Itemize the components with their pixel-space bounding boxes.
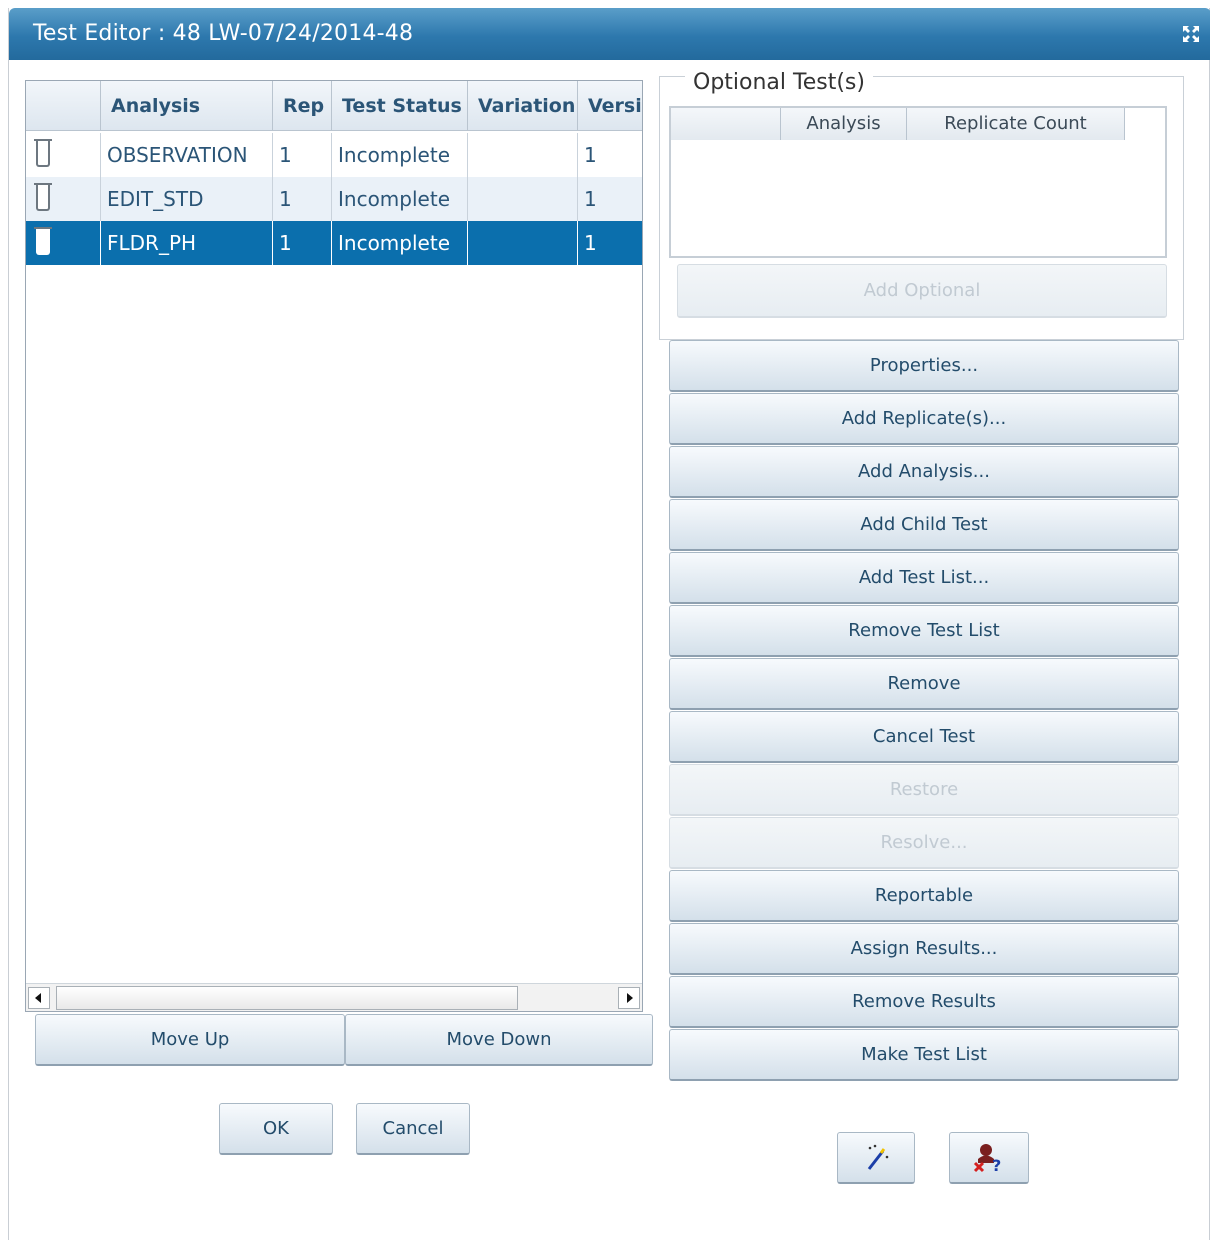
make-test-list-button[interactable]: Make Test List [669, 1029, 1179, 1081]
test-tube-icon [34, 227, 52, 255]
table-row[interactable]: EDIT_STD 1 Incomplete 1 [26, 177, 642, 221]
column-header-rep[interactable]: Rep [273, 81, 332, 131]
row-icon-cell [26, 221, 101, 265]
move-up-button[interactable]: Move Up [35, 1014, 345, 1066]
cell-status: Incomplete [332, 133, 468, 177]
horizontal-scrollbar[interactable] [26, 983, 642, 1011]
context-help-button[interactable]: ? [949, 1132, 1029, 1184]
title-bar[interactable]: Test Editor : 48 LW-07/24/2014-48 [9, 8, 1210, 60]
cell-version: 1 [584, 187, 597, 211]
test-grid[interactable]: Analysis Rep Test Status Variation Versi… [25, 80, 643, 1012]
window-title: Test Editor : 48 LW-07/24/2014-48 [33, 21, 414, 46]
scroll-thumb[interactable] [56, 986, 518, 1010]
column-header-variation[interactable]: Variation [468, 81, 578, 131]
cell-rep: 1 [273, 221, 332, 265]
column-header-test-status[interactable]: Test Status [332, 81, 468, 131]
cancel-button[interactable]: Cancel [356, 1103, 470, 1155]
restore-button[interactable]: Restore [669, 764, 1179, 816]
optional-column-header-analysis[interactable]: Analysis [781, 108, 907, 140]
cell-status: Incomplete [332, 221, 468, 265]
cell-variation [468, 221, 578, 265]
properties-button[interactable]: Properties... [669, 340, 1179, 392]
optional-grid-header: Analysis Replicate Count [671, 108, 1125, 140]
optional-column-header-blank[interactable] [671, 108, 781, 140]
scroll-right-arrow-icon[interactable] [618, 987, 640, 1009]
remove-button[interactable]: Remove [669, 658, 1179, 710]
cell-status: Incomplete [332, 177, 468, 221]
wand-button[interactable] [837, 1132, 915, 1184]
optional-column-header-replicate-count[interactable]: Replicate Count [907, 108, 1125, 140]
assign-results-button[interactable]: Assign Results... [669, 923, 1179, 975]
table-row-selected[interactable]: FLDR_PH 1 Incomplete 1 [26, 221, 642, 265]
add-child-test-button[interactable]: Add Child Test [669, 499, 1179, 551]
test-tube-icon [34, 183, 52, 211]
test-tube-icon [34, 139, 52, 167]
optional-tests-grid[interactable]: Analysis Replicate Count [669, 106, 1167, 258]
context-help-icon: ? [973, 1144, 1001, 1175]
column-header-icon[interactable] [26, 81, 101, 131]
reportable-button[interactable]: Reportable [669, 870, 1179, 922]
cell-analysis: FLDR_PH [101, 221, 273, 265]
scroll-left-arrow-icon[interactable] [28, 987, 50, 1009]
add-analysis-button[interactable]: Add Analysis... [669, 446, 1179, 498]
add-optional-button[interactable]: Add Optional [677, 264, 1167, 318]
cell-variation [468, 177, 578, 221]
column-header-version[interactable]: Versi [578, 81, 642, 131]
cell-version: 1 [584, 143, 597, 167]
cell-version: 1 [584, 231, 597, 255]
cell-rep: 1 [273, 133, 332, 177]
cell-rep: 1 [273, 177, 332, 221]
maximize-icon[interactable] [1181, 24, 1201, 44]
cell-analysis: OBSERVATION [101, 133, 273, 177]
magic-wand-icon [867, 1144, 889, 1170]
resolve-button[interactable]: Resolve... [669, 817, 1179, 869]
cell-analysis: EDIT_STD [101, 177, 273, 221]
svg-text:?: ? [992, 1156, 1001, 1175]
add-replicates-button[interactable]: Add Replicate(s)... [669, 393, 1179, 445]
row-icon-cell [26, 177, 101, 221]
optional-tests-legend: Optional Test(s) [685, 70, 873, 95]
column-header-analysis[interactable]: Analysis [101, 81, 273, 131]
cell-variation [468, 133, 578, 177]
remove-test-list-button[interactable]: Remove Test List [669, 605, 1179, 657]
row-icon-cell [26, 133, 101, 177]
add-test-list-button[interactable]: Add Test List... [669, 552, 1179, 604]
ok-button[interactable]: OK [219, 1103, 333, 1155]
cancel-test-button[interactable]: Cancel Test [669, 711, 1179, 763]
test-editor-dialog: Test Editor : 48 LW-07/24/2014-48 Analys… [8, 8, 1210, 1240]
move-down-button[interactable]: Move Down [345, 1014, 653, 1066]
table-row[interactable]: OBSERVATION 1 Incomplete 1 [26, 133, 642, 177]
remove-results-button[interactable]: Remove Results [669, 976, 1179, 1028]
grid-header: Analysis Rep Test Status Variation Versi [26, 81, 642, 131]
